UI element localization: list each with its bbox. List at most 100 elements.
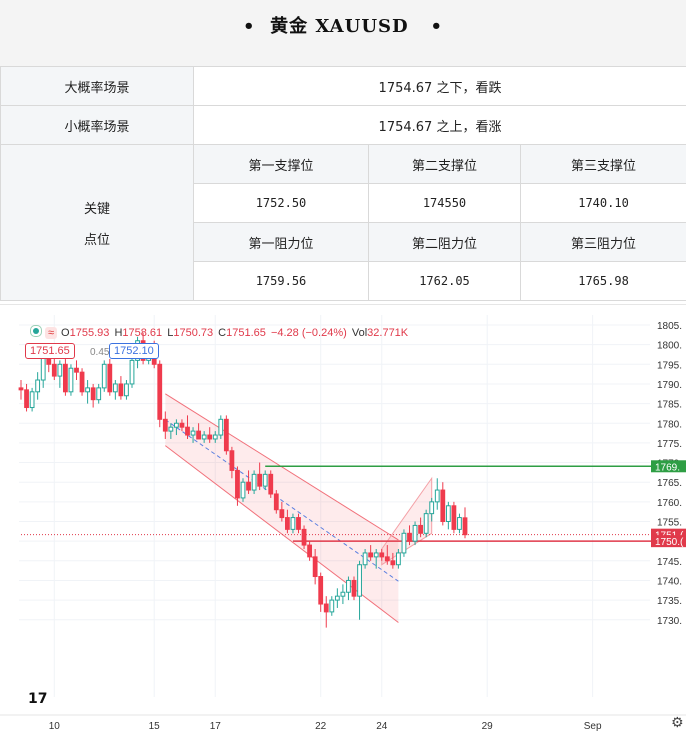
candle: [80, 372, 84, 392]
candle: [236, 470, 240, 498]
support-3-label: 第三支撑位: [521, 145, 686, 184]
candle: [463, 518, 467, 535]
candle: [169, 427, 173, 431]
open-value: 1755.93: [70, 327, 110, 339]
candle: [69, 368, 73, 392]
title-bar: • 黄金 XAUUSD •: [0, 0, 686, 67]
ohlc-legend: ≈O1755.93 H1758.61 L1750.73 C1751.65 −4.…: [30, 325, 410, 339]
candle: [58, 364, 62, 376]
x-tick-label: 24: [376, 721, 388, 732]
x-tick-label: 29: [482, 721, 494, 732]
candle: [408, 533, 412, 541]
candle: [435, 490, 439, 502]
candle: [319, 577, 323, 605]
candle: [163, 419, 167, 431]
candle: [269, 474, 273, 494]
support-1-value: 1752.50: [194, 184, 369, 223]
candle: [358, 565, 362, 596]
candlestick-chart[interactable]: 1805.1800.1795.1790.1785.1780.1775.1770.…: [0, 305, 686, 740]
candle: [397, 553, 401, 565]
candle: [64, 364, 68, 392]
candle: [25, 390, 29, 408]
candle: [41, 356, 45, 380]
x-tick-label: 15: [149, 721, 161, 732]
candle: [102, 364, 106, 388]
candle: [452, 506, 456, 530]
candle: [369, 553, 373, 557]
candle: [97, 388, 101, 400]
support-2-label: 第二支撑位: [369, 145, 521, 184]
market-status-icon: [30, 325, 42, 337]
candle: [263, 474, 267, 486]
gear-icon[interactable]: ⚙: [671, 715, 684, 731]
x-tick-label: 17: [210, 721, 222, 732]
y-tick-label: 1775.: [657, 439, 682, 450]
candle: [230, 451, 234, 471]
resistance-1-label: 第一阻力位: [194, 223, 369, 262]
candle: [308, 545, 312, 557]
candle: [36, 380, 40, 392]
candle: [313, 557, 317, 577]
tradingview-logo[interactable]: 17: [28, 691, 47, 707]
open-label: O: [61, 327, 70, 339]
y-tick-label: 1755.: [657, 518, 682, 529]
candle: [374, 553, 378, 557]
candle: [391, 561, 395, 565]
candle: [180, 423, 184, 427]
candle: [335, 596, 339, 600]
key-label-line1: 关键: [1, 198, 193, 217]
candle: [241, 482, 245, 498]
wave-icon[interactable]: ≈: [45, 327, 57, 339]
small-scenario-value: 1754.67 之上，看涨: [194, 106, 686, 145]
key-levels-label: 关键 点位: [1, 145, 194, 301]
candle: [219, 419, 223, 435]
candle: [30, 392, 34, 408]
y-tick-label: 1800.: [657, 341, 682, 352]
support-3-value: 1740.10: [521, 184, 686, 223]
candle: [280, 510, 284, 518]
small-scenario-label: 小概率场景: [1, 106, 194, 145]
resistance-3-label: 第三阻力位: [521, 223, 686, 262]
buy-price-button[interactable]: 1752.10: [109, 343, 159, 359]
resistance-2-label: 第二阻力位: [369, 223, 521, 262]
candle: [75, 368, 79, 372]
candle: [302, 529, 306, 545]
y-tick-label: 1745.: [657, 557, 682, 568]
candle: [286, 518, 290, 530]
close-label: C: [218, 327, 226, 339]
candle: [108, 364, 112, 392]
high-value: 1758.61: [122, 327, 162, 339]
candle: [186, 427, 190, 435]
support-1-label: 第一支撑位: [194, 145, 369, 184]
resistance-1-value: 1759.56: [194, 262, 369, 301]
price-chart[interactable]: 1805.1800.1795.1790.1785.1780.1775.1770.…: [0, 304, 686, 740]
resistance-3-value: 1765.98: [521, 262, 686, 301]
analysis-table: 大概率场景 1754.67 之下，看跌 小概率场景 1754.67 之上，看涨 …: [0, 66, 686, 301]
candle: [424, 514, 428, 534]
candle: [352, 580, 356, 596]
candle: [52, 364, 56, 376]
y-tick-label: 1735.: [657, 596, 682, 607]
candle: [446, 506, 450, 522]
big-scenario-label: 大概率场景: [1, 67, 194, 106]
candle: [86, 388, 90, 392]
candle: [175, 423, 179, 427]
candle: [130, 360, 134, 384]
y-tick-label: 1765.: [657, 478, 682, 489]
y-tick-label: 1790.: [657, 380, 682, 391]
candle: [19, 388, 23, 390]
candle: [330, 600, 334, 612]
low-value: 1750.73: [173, 327, 213, 339]
candle: [430, 502, 434, 514]
candle: [291, 518, 295, 530]
sell-price-button[interactable]: 1751.65: [25, 343, 75, 359]
candle: [224, 419, 228, 450]
candle: [247, 482, 251, 490]
candle: [385, 557, 389, 561]
y-tick-label: 1760.: [657, 498, 682, 509]
candle: [258, 474, 262, 486]
y-tick-label: 1740.: [657, 576, 682, 587]
price-label: 1769.: [655, 462, 680, 473]
candle: [197, 431, 201, 439]
candle: [274, 494, 278, 510]
